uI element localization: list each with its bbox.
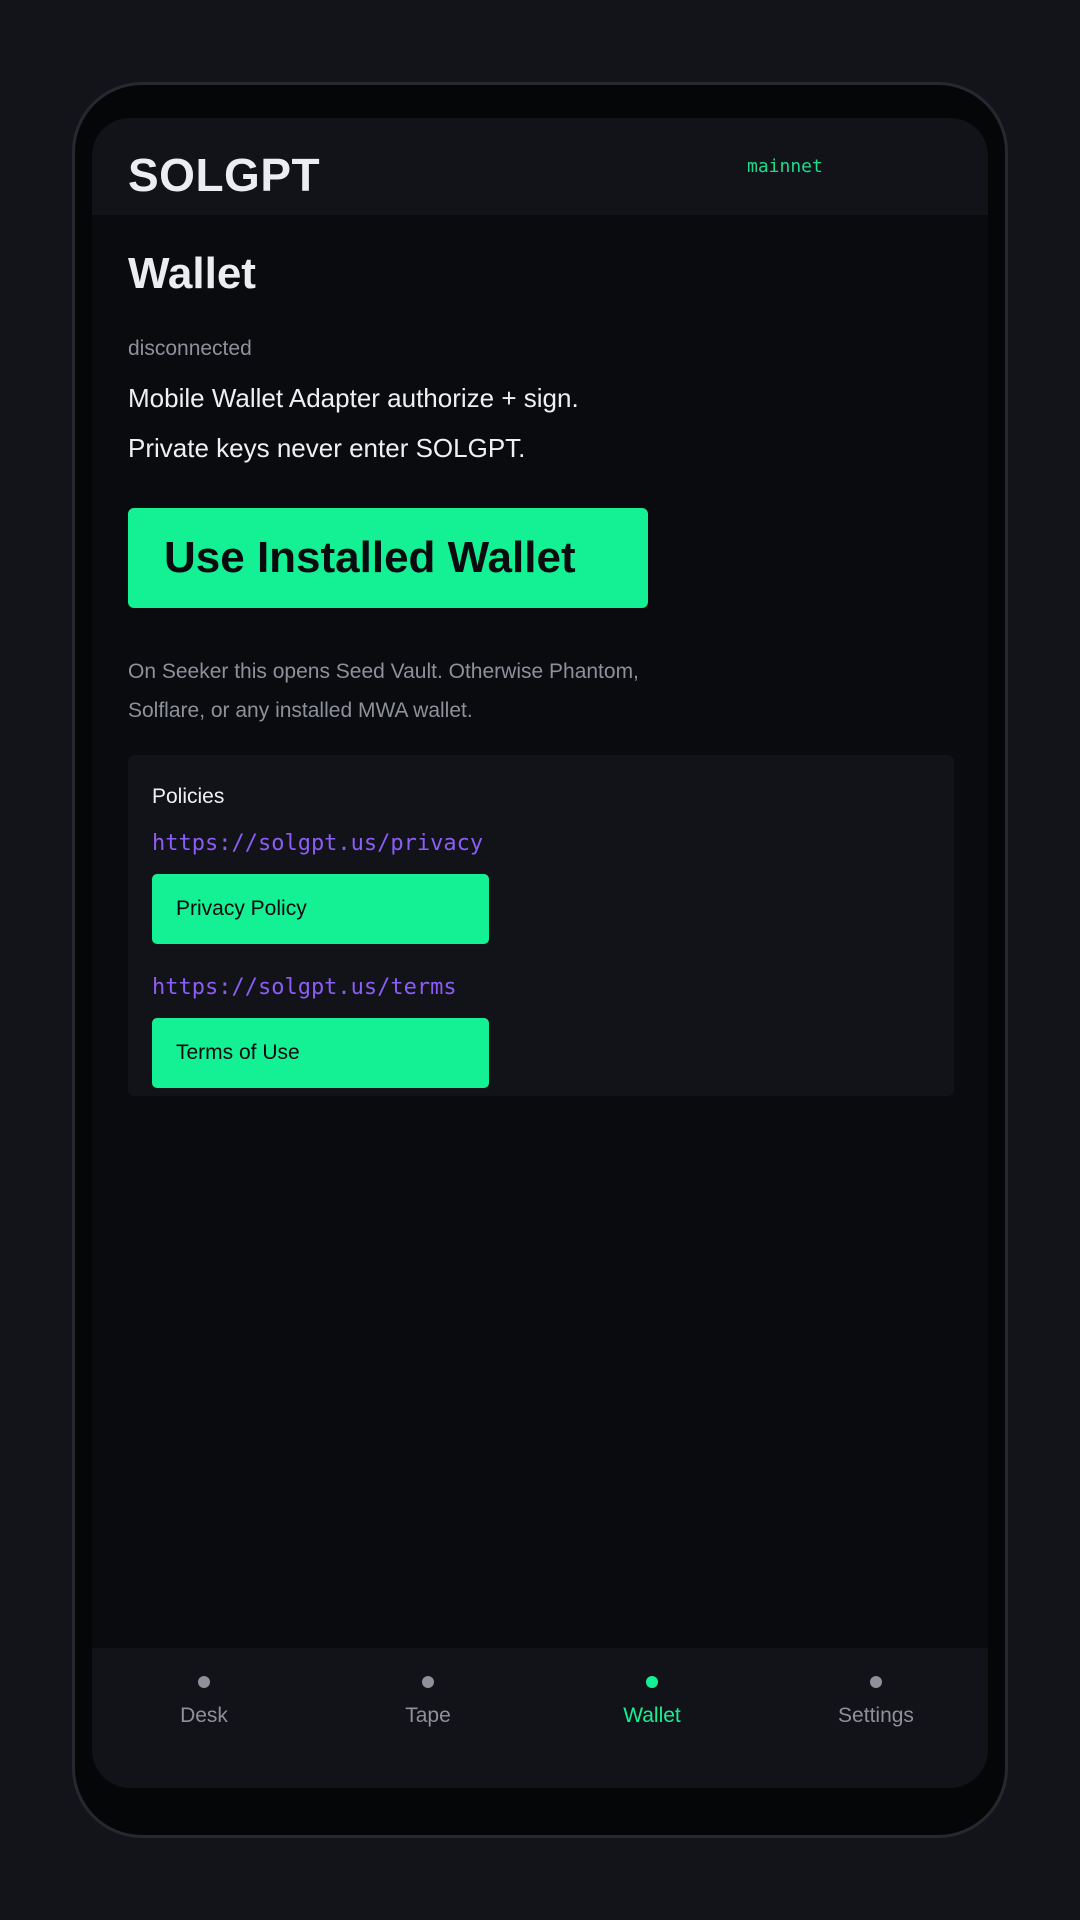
nav-label: Tape (405, 1704, 451, 1727)
nav-dot-icon (198, 1676, 210, 1688)
description-line: Private keys never enter SOLGPT. (128, 433, 526, 463)
use-installed-wallet-button[interactable]: Use Installed Wallet (128, 508, 648, 608)
nav-dot-icon (870, 1676, 882, 1688)
privacy-policy-button[interactable]: Privacy Policy (152, 874, 489, 944)
wallet-description: Mobile Wallet Adapter authorize + sign. … (128, 373, 579, 473)
nav-label: Settings (838, 1704, 914, 1727)
nav-label: Desk (180, 1704, 228, 1727)
app-screen: SOLGPT mainnet Wallet disconnected Mobil… (92, 118, 988, 1788)
nav-item-settings[interactable]: Settings (764, 1648, 988, 1788)
app-header: SOLGPT mainnet (92, 118, 988, 215)
network-indicator: mainnet (747, 156, 823, 177)
terms-url[interactable]: https://solgpt.us/terms (152, 975, 457, 1000)
description-line: Mobile Wallet Adapter authorize + sign. (128, 383, 579, 413)
nav-label: Wallet (623, 1704, 681, 1727)
connection-status: disconnected (128, 337, 252, 360)
nav-item-wallet[interactable]: Wallet (540, 1648, 764, 1788)
privacy-url[interactable]: https://solgpt.us/privacy (152, 831, 483, 856)
bottom-nav: Desk Tape Wallet Settings (92, 1648, 988, 1788)
terms-of-use-button[interactable]: Terms of Use (152, 1018, 489, 1088)
nav-item-tape[interactable]: Tape (316, 1648, 540, 1788)
app-brand: SOLGPT (128, 149, 321, 201)
policies-title: Policies (152, 785, 225, 808)
nav-dot-icon (422, 1676, 434, 1688)
nav-dot-icon (646, 1676, 658, 1688)
policies-panel: Policies https://solgpt.us/privacy Priva… (128, 755, 954, 1096)
nav-item-desk[interactable]: Desk (92, 1648, 316, 1788)
page-title: Wallet (128, 249, 256, 298)
wallet-hint: On Seeker this opens Seed Vault. Otherwi… (128, 660, 639, 722)
